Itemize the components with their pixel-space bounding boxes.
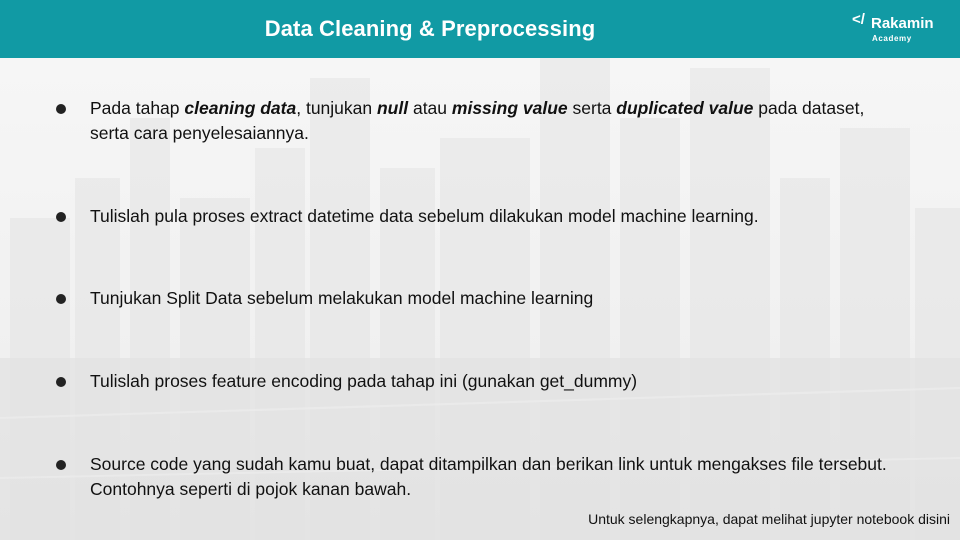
bullet-text-run: atau — [408, 98, 452, 118]
bullet-text: Tulislah proses feature encoding pada ta… — [90, 369, 900, 394]
bullet-text-run: sebelum dilakukan model machine learning… — [413, 206, 759, 226]
bullet-text-run: Tunjukan — [90, 288, 167, 308]
bullet-dot-icon — [56, 212, 66, 222]
bullet-emphasis: null — [376, 98, 409, 118]
bullet-emphasis: duplicated value — [616, 98, 754, 118]
bullet-emphasis: feature encoding — [211, 371, 343, 391]
bullet-list: Pada tahap cleaning data, tunjukan null … — [0, 0, 960, 540]
bullet-text-run: , tunjukan — [296, 98, 377, 118]
bullet-text: Source code yang sudah kamu buat, dapat … — [90, 452, 900, 502]
bullet-emphasis: extract datetime data — [249, 206, 414, 226]
bullet-dot-icon — [56, 377, 66, 387]
bullet-emphasis: cleaning data — [184, 98, 297, 118]
bullet-dot-icon — [56, 294, 66, 304]
bullet-text-run: Tulislah proses — [90, 371, 212, 391]
bullet-text-run: pada tahap ini (gunakan get_dummy) — [342, 371, 638, 391]
bullet-dot-icon — [56, 460, 66, 470]
bullet-emphasis: missing value — [451, 98, 568, 118]
bullet-text-run: serta — [567, 98, 617, 118]
bullet-text-run: sebelum melakukan model machine learning — [242, 288, 594, 308]
bullet-text: Tunjukan Split Data sebelum melakukan mo… — [90, 286, 900, 311]
bullet-text: Pada tahap cleaning data, tunjukan null … — [90, 96, 900, 146]
bullet-text-run: Tulislah pula proses — [90, 206, 250, 226]
bullet-emphasis: Source code — [90, 454, 189, 474]
bullet-text: Tulislah pula proses extract datetime da… — [90, 204, 900, 229]
bullet-dot-icon — [56, 104, 66, 114]
footer-notebook-link-note[interactable]: Untuk selengkapnya, dapat melihat jupyte… — [588, 511, 950, 527]
bullet-text-run: yang sudah kamu buat, dapat ditampilkan … — [90, 454, 887, 499]
slide: Data Cleaning & Preprocessing </ Rakamin… — [0, 0, 960, 540]
bullet-emphasis: Split Data — [166, 288, 243, 308]
bullet-text-run: Pada tahap — [90, 98, 185, 118]
